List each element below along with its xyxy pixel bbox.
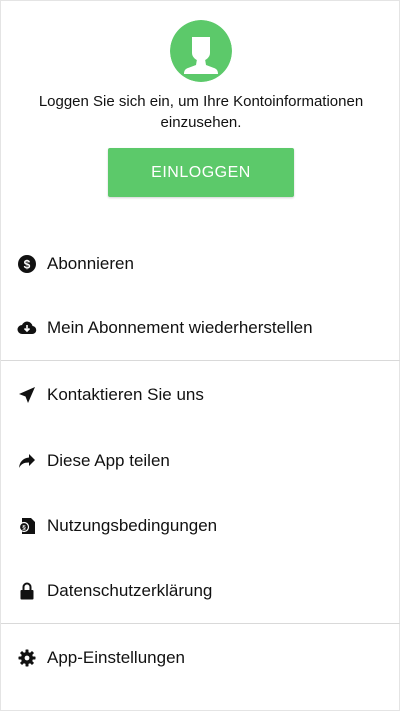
gear-icon bbox=[17, 648, 37, 668]
menu-item-subscribe[interactable]: $ Abonnieren bbox=[1, 236, 400, 292]
dollar-circle-icon: $ bbox=[17, 254, 37, 274]
section-divider bbox=[1, 360, 400, 361]
menu-item-label: Nutzungsbedingungen bbox=[47, 516, 218, 535]
menu-item-label: Datenschutzerklärung bbox=[47, 581, 213, 600]
document-terms-icon: § bbox=[17, 516, 37, 536]
section-divider bbox=[1, 623, 400, 624]
login-button[interactable]: EINLOGGEN bbox=[108, 148, 294, 197]
lock-icon bbox=[17, 581, 37, 601]
cloud-download-icon bbox=[17, 318, 37, 338]
menu-item-label: Mein Abonnement wiederherstellen bbox=[47, 318, 313, 337]
menu-item-app-settings[interactable]: App-Einstellungen bbox=[1, 630, 400, 686]
profile-section: Loggen Sie sich ein, um Ihre Kontoinform… bbox=[1, 1, 400, 231]
svg-text:§: § bbox=[22, 525, 26, 532]
share-arrow-icon bbox=[17, 451, 37, 471]
menu-item-label: Abonnieren bbox=[47, 254, 134, 273]
menu-item-label: App-Einstellungen bbox=[47, 648, 185, 667]
menu-item-contact[interactable]: Kontaktieren Sie uns bbox=[1, 367, 400, 423]
menu-item-restore-subscription[interactable]: Mein Abonnement wiederherstellen bbox=[1, 300, 400, 356]
user-avatar-icon bbox=[170, 20, 232, 82]
menu-item-privacy[interactable]: Datenschutzerklärung bbox=[1, 563, 400, 619]
menu-item-label: Diese App teilen bbox=[47, 451, 170, 470]
menu-item-label: Kontaktieren Sie uns bbox=[47, 385, 204, 404]
menu-item-share-app[interactable]: Diese App teilen bbox=[1, 433, 400, 489]
menu-item-terms[interactable]: § Nutzungsbedingungen bbox=[1, 498, 400, 554]
login-prompt: Loggen Sie sich ein, um Ihre Kontoinform… bbox=[38, 93, 364, 131]
menu-panel: Loggen Sie sich ein, um Ihre Kontoinform… bbox=[0, 0, 400, 711]
paper-plane-icon bbox=[17, 385, 37, 405]
svg-text:$: $ bbox=[24, 258, 31, 272]
